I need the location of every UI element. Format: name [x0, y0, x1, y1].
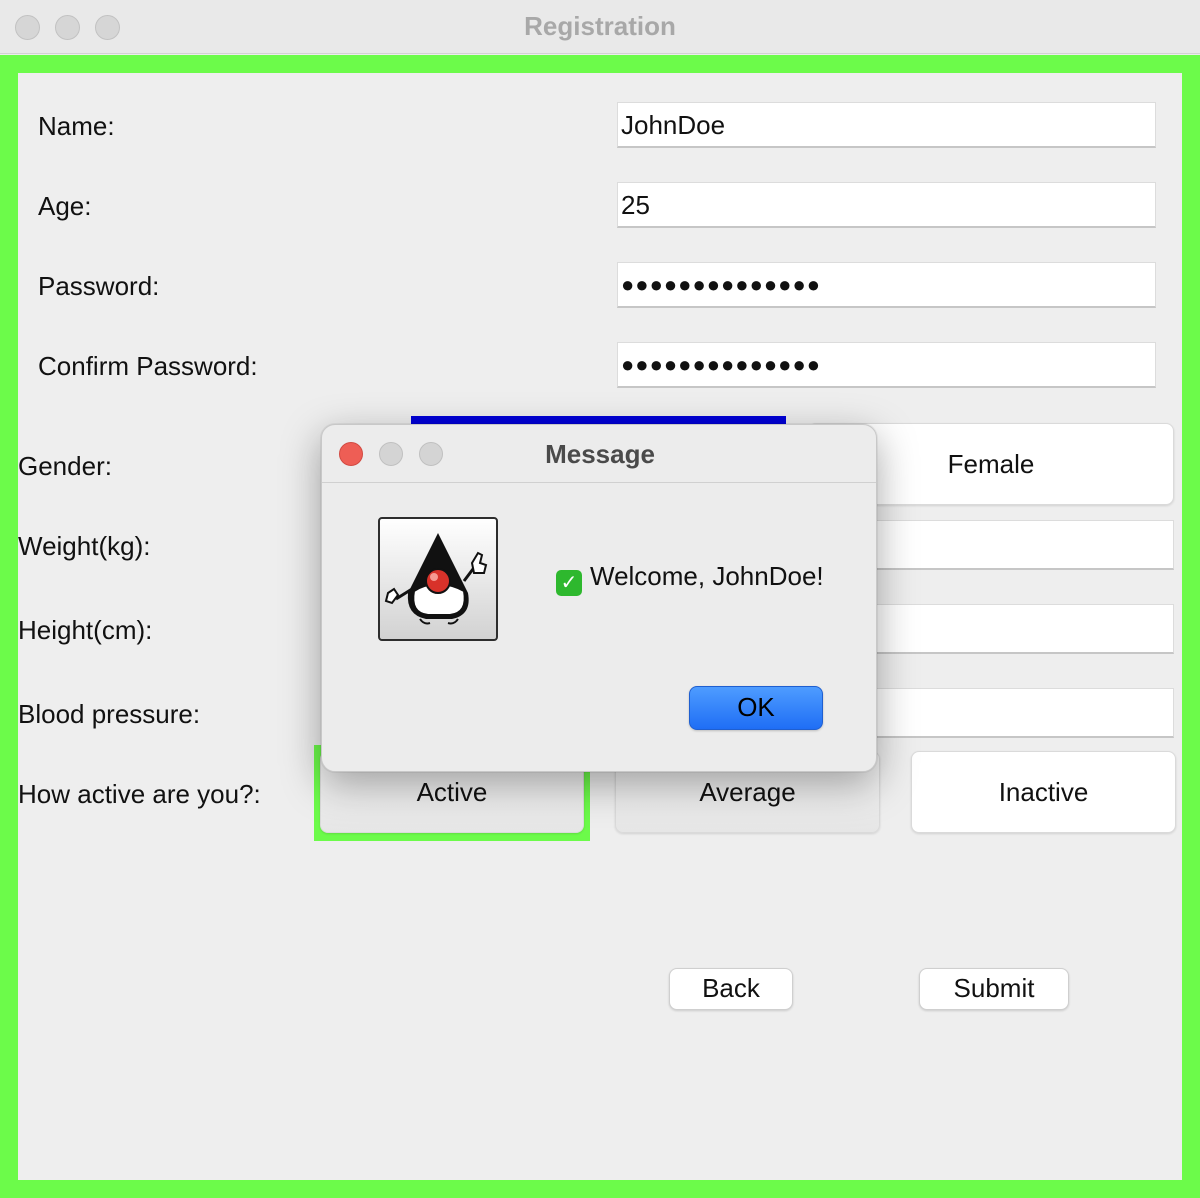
activity-label: How active are you?:: [18, 779, 261, 809]
password-field[interactable]: ●●●●●●●●●●●●●●: [617, 262, 1156, 308]
window-title: Registration: [524, 11, 676, 41]
confirm-password-label: Confirm Password:: [38, 351, 258, 381]
blood-pressure-field[interactable]: [870, 688, 1174, 738]
blood-pressure-label: Blood pressure:: [18, 699, 201, 729]
height-field[interactable]: [870, 604, 1174, 654]
ok-button[interactable]: OK: [689, 686, 823, 730]
java-duke-icon: [378, 517, 498, 641]
inactive-button[interactable]: Inactive: [911, 751, 1176, 833]
dialog-title: Message: [545, 439, 655, 469]
checkmark-icon: ✓: [556, 570, 582, 596]
password-label: Password:: [38, 271, 160, 301]
height-label: Height(cm):: [18, 615, 153, 645]
dialog-titlebar: Message: [322, 425, 876, 483]
submit-button[interactable]: Submit: [919, 968, 1069, 1010]
age-field[interactable]: 25: [617, 182, 1156, 228]
weight-label: Weight(kg):: [18, 531, 151, 561]
weight-field[interactable]: [870, 520, 1174, 570]
name-field[interactable]: JohnDoe: [617, 102, 1156, 148]
name-label: Name:: [38, 111, 115, 141]
dialog-message-text: Welcome, JohnDoe!: [590, 561, 824, 591]
window-titlebar: Registration: [0, 0, 1200, 54]
confirm-password-field[interactable]: ●●●●●●●●●●●●●●: [617, 342, 1156, 388]
dialog-message: ✓ Welcome, JohnDoe!: [556, 561, 824, 596]
gender-label: Gender:: [18, 451, 112, 481]
age-label: Age:: [38, 191, 92, 221]
message-dialog: Message ✓ Welcome, JohnDoe! OK: [321, 424, 877, 772]
back-button[interactable]: Back: [669, 968, 793, 1010]
